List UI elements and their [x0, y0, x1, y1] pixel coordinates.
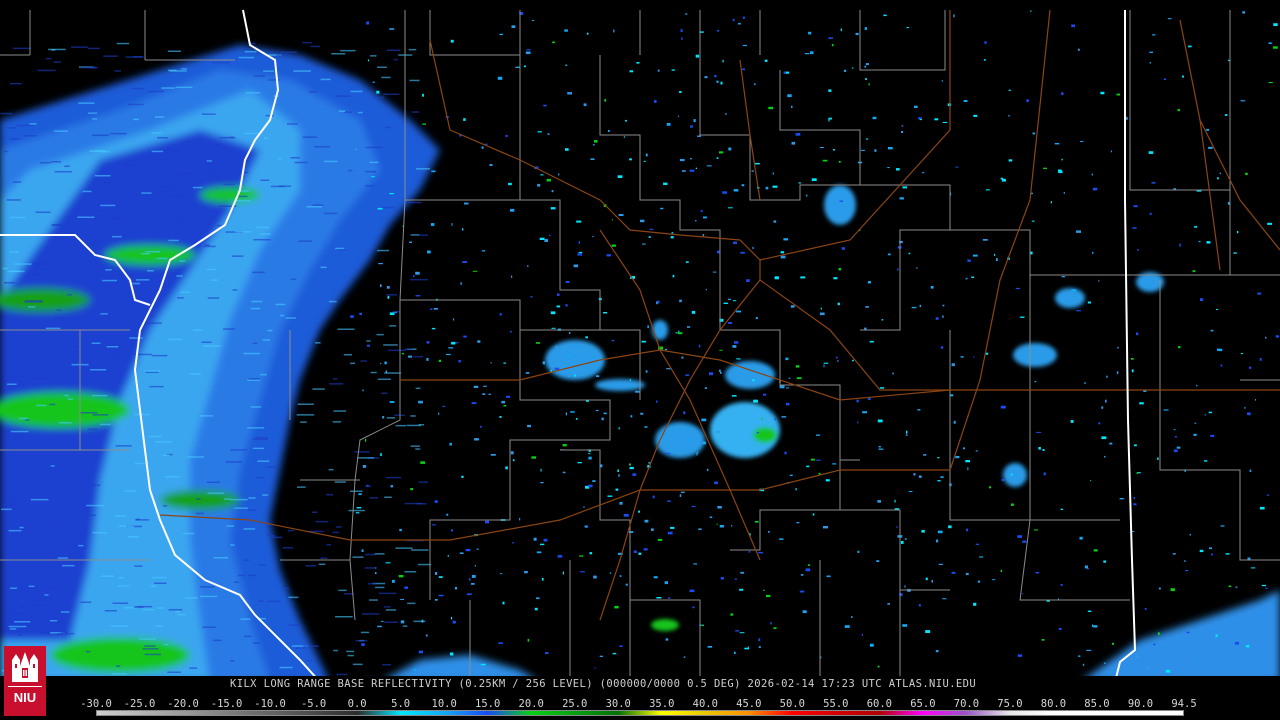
niu-logo-text: NIU — [14, 690, 36, 705]
scale-label: -15.0 — [210, 698, 243, 710]
scale-label: 15.0 — [475, 698, 501, 710]
scale-label: -10.0 — [254, 698, 286, 710]
scale-label: 25.0 — [562, 698, 588, 710]
scale-label: 90.0 — [1127, 698, 1154, 710]
scale-label: 20.0 — [518, 698, 544, 710]
scale-label: 94.5 — [1171, 698, 1197, 710]
scale-label: 55.0 — [823, 698, 849, 710]
scale-label: 80.0 — [1040, 698, 1067, 710]
castle-icon — [12, 652, 38, 682]
radar-site — [686, 388, 690, 392]
scale-label: 45.0 — [736, 698, 762, 710]
scale-label: 0.0 — [347, 698, 367, 710]
product-caption: KILX LONG RANGE BASE REFLECTIVITY (0.25K… — [230, 678, 977, 690]
scale-label: 65.0 — [910, 698, 936, 710]
scale-label: -30.0 — [80, 698, 112, 710]
scale-label: 70.0 — [953, 698, 980, 710]
scale-label: 30.0 — [605, 698, 631, 710]
scale-label: -20.0 — [167, 698, 199, 710]
scale-label: 5.0 — [391, 698, 411, 710]
scale-label: 35.0 — [649, 698, 675, 710]
scale-label: -5.0 — [300, 698, 327, 710]
scale-label: -25.0 — [123, 698, 156, 710]
scale-label: 40.0 — [692, 698, 718, 710]
scale-label: 50.0 — [779, 698, 805, 710]
radar-map — [0, 0, 1280, 682]
scale-label: 85.0 — [1084, 698, 1110, 710]
footer-bar: KILX LONG RANGE BASE REFLECTIVITY (0.25K… — [0, 676, 1280, 720]
scale-label: 60.0 — [866, 698, 893, 710]
reflectivity-colorbar — [96, 710, 1184, 716]
reflectivity-scale-labels: -30.0 -25.0 -20.0 -15.0 -10.0 -5.0 0.0 5.0 10.0 1… — [80, 698, 1197, 710]
scale-label: 75.0 — [997, 698, 1023, 710]
niu-logo: NIU — [4, 646, 46, 716]
scale-label: 10.0 — [431, 698, 457, 710]
